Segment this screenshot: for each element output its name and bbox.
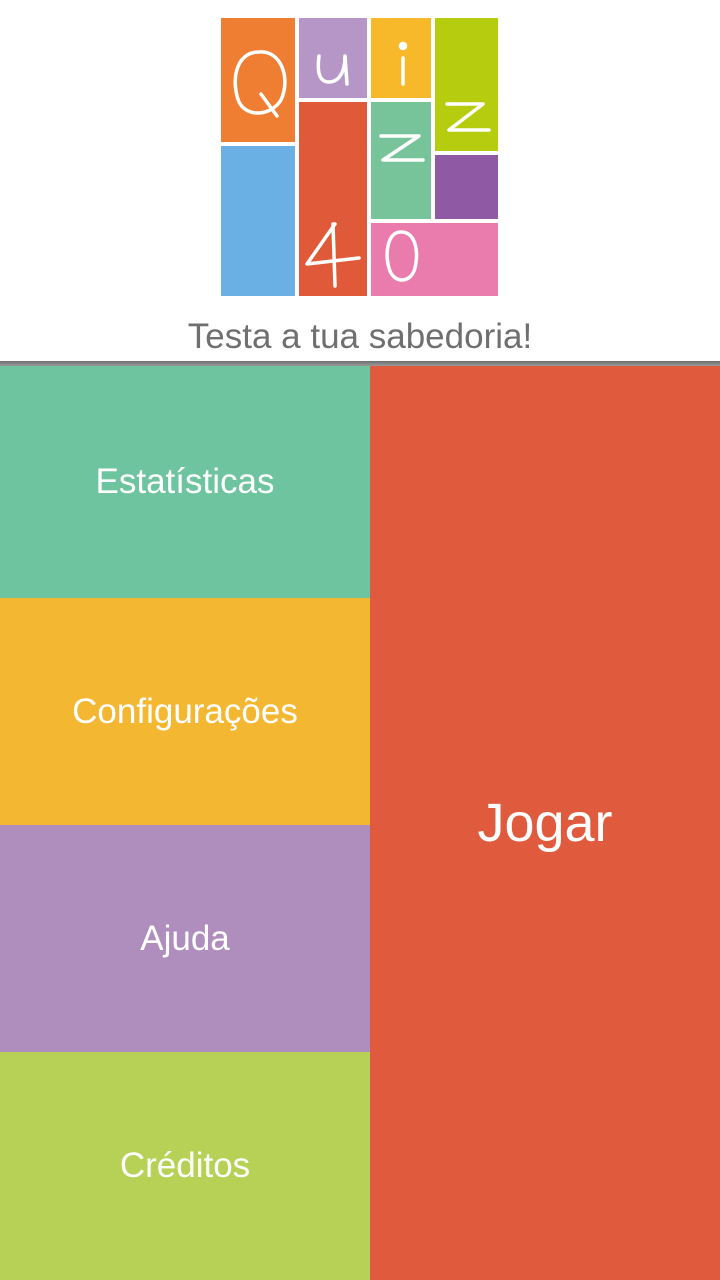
logo-block-blue [221,146,295,296]
quizz40-logo [221,18,498,296]
tagline: Testa a tua sabedoria! [187,317,533,356]
play-label: Jogar [477,793,613,853]
help-button[interactable]: Ajuda [0,825,370,1052]
settings-button[interactable]: Configurações [0,598,370,825]
logo-block-pink [371,223,498,296]
settings-label: Configurações [72,691,298,731]
credits-label: Créditos [119,1146,251,1185]
logo-block-lilac [299,18,367,98]
logo-block-purple [435,155,498,219]
help-label: Ajuda [140,918,230,958]
logo-block-yellow [371,18,431,98]
play-button[interactable]: Jogar [370,366,720,1280]
header: Testa a tua sabedoria! [0,0,720,361]
statistics-label: Estatísticas [95,462,275,501]
credits-button[interactable]: Créditos [0,1052,370,1280]
logo-letter-i-dot [398,41,408,51]
statistics-button[interactable]: Estatísticas [0,366,370,598]
